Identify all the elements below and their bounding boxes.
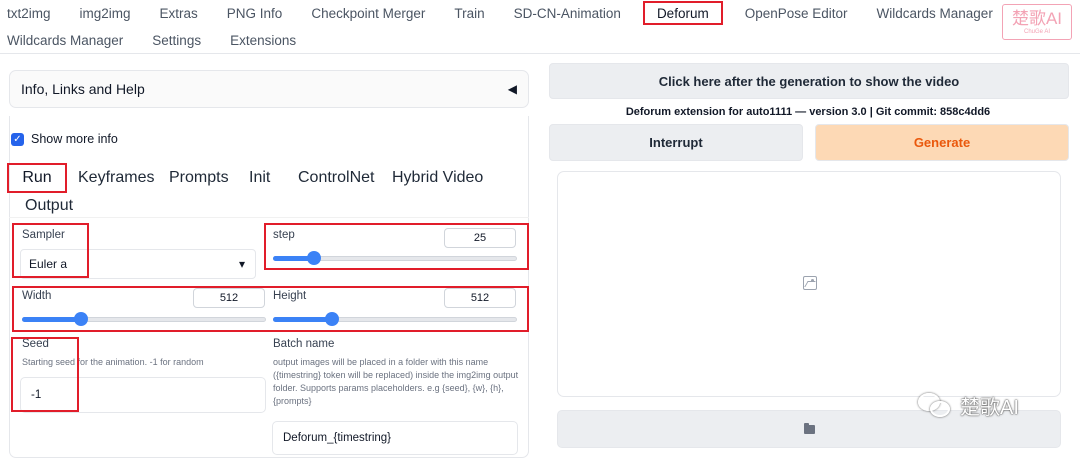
subtab-divider — [9, 217, 529, 218]
seed-value: -1 — [31, 389, 42, 401]
generate-button[interactable]: Generate — [815, 124, 1069, 161]
width-value: 512 — [219, 292, 239, 304]
info-links-help-accordion[interactable]: Info, Links and Help ◀ — [9, 70, 529, 108]
main-tabs-row-1: txt2img img2img Extras PNG Info Checkpoi… — [0, 0, 1000, 26]
width-slider[interactable] — [22, 309, 266, 329]
checkmark-icon[interactable]: ✓ — [11, 132, 24, 146]
wechat-watermark: 楚歌AI — [918, 391, 1019, 420]
batch-name-hint: output images will be placed in a folder… — [273, 357, 519, 406]
tab-train[interactable]: Train — [447, 6, 491, 21]
tab-sd-cn-animation[interactable]: SD-CN-Animation — [507, 6, 628, 21]
sampler-value: Euler a — [29, 257, 68, 271]
tab-deforum[interactable]: Deforum — [642, 1, 723, 25]
tab-checkpoint-merger[interactable]: Checkpoint Merger — [304, 6, 432, 21]
image-placeholder-icon — [803, 276, 817, 290]
height-label: Height — [273, 290, 307, 302]
step-slider[interactable] — [273, 248, 517, 268]
version-info: Deforum extension for auto1111 — version… — [625, 106, 991, 118]
batch-name-input[interactable]: Deforum_{timestring} — [272, 421, 518, 455]
subtab-hybrid-video[interactable]: Hybrid Video — [392, 169, 483, 187]
subtab-output[interactable]: Output — [25, 197, 73, 215]
seed-input[interactable]: -1 — [20, 377, 266, 413]
tab-extras[interactable]: Extras — [153, 6, 205, 21]
batch-name-label: Batch name — [273, 338, 335, 350]
brand-logo: 楚歌AI ChuGe AI — [1002, 4, 1072, 40]
tab-wildcards-manager-2[interactable]: Wildcards Manager — [0, 33, 130, 48]
logo-text: 楚歌AI — [1011, 8, 1063, 28]
generate-button-label: Generate — [913, 135, 971, 150]
show-more-info-label: Show more info — [31, 132, 118, 146]
slider-thumb[interactable] — [324, 312, 339, 326]
accordion-label: Info, Links and Help — [21, 81, 145, 97]
interrupt-button[interactable]: Interrupt — [549, 124, 803, 161]
tab-settings[interactable]: Settings — [145, 33, 208, 48]
logo-subtext: ChuGe AI — [1023, 28, 1050, 35]
tab-extensions[interactable]: Extensions — [223, 33, 303, 48]
step-label: step — [273, 229, 295, 241]
top-navigation: txt2img img2img Extras PNG Info Checkpoi… — [0, 0, 1080, 54]
sampler-label: Sampler — [22, 229, 65, 241]
seed-hint: Starting seed for the animation. -1 for … — [22, 357, 204, 367]
wechat-icon — [918, 392, 952, 419]
slider-fill — [273, 317, 332, 322]
subtab-controlnet[interactable]: ControlNet — [298, 169, 374, 187]
slider-thumb[interactable] — [307, 251, 322, 265]
tab-txt2img[interactable]: txt2img — [0, 6, 58, 21]
subtab-keyframes[interactable]: Keyframes — [78, 169, 154, 187]
interrupt-button-label: Interrupt — [649, 135, 703, 150]
folder-icon — [803, 422, 815, 434]
tab-img2img[interactable]: img2img — [73, 6, 138, 21]
height-value: 512 — [470, 292, 490, 304]
deforum-settings-panel: Info, Links and Help ◀ ✓ Show more info … — [0, 62, 538, 458]
show-video-button-label: Click here after the generation to show … — [658, 73, 960, 89]
show-video-button[interactable]: Click here after the generation to show … — [549, 63, 1069, 99]
step-value: 25 — [473, 232, 487, 244]
slider-thumb[interactable] — [73, 312, 88, 326]
slider-fill — [22, 317, 81, 322]
tab-png-info[interactable]: PNG Info — [220, 6, 290, 21]
batch-name-value: Deforum_{timestring} — [283, 432, 392, 444]
chevron-down-icon: ▾ — [238, 257, 245, 271]
output-gallery — [557, 171, 1061, 397]
width-label: Width — [22, 290, 52, 302]
subtab-run[interactable]: Run — [7, 163, 67, 193]
collapse-caret-icon[interactable]: ◀ — [508, 82, 517, 96]
tab-wildcards-manager[interactable]: Wildcards Manager — [870, 6, 1000, 21]
watermark-text: 楚歌AI — [960, 397, 1019, 419]
subtab-prompts[interactable]: Prompts — [169, 169, 229, 187]
main-tabs-row-2: Wildcards Manager Settings Extensions — [0, 27, 303, 53]
subtab-init[interactable]: Init — [249, 169, 270, 187]
height-slider[interactable] — [273, 309, 517, 329]
width-number-input[interactable]: 512 — [193, 288, 265, 308]
height-number-input[interactable]: 512 — [444, 288, 516, 308]
seed-label: Seed — [22, 338, 49, 350]
tab-openpose-editor[interactable]: OpenPose Editor — [738, 6, 855, 21]
step-number-input[interactable]: 25 — [444, 228, 516, 248]
show-more-info-checkbox[interactable]: ✓ Show more info — [11, 132, 118, 146]
sampler-select[interactable]: Euler a ▾ — [20, 249, 256, 279]
